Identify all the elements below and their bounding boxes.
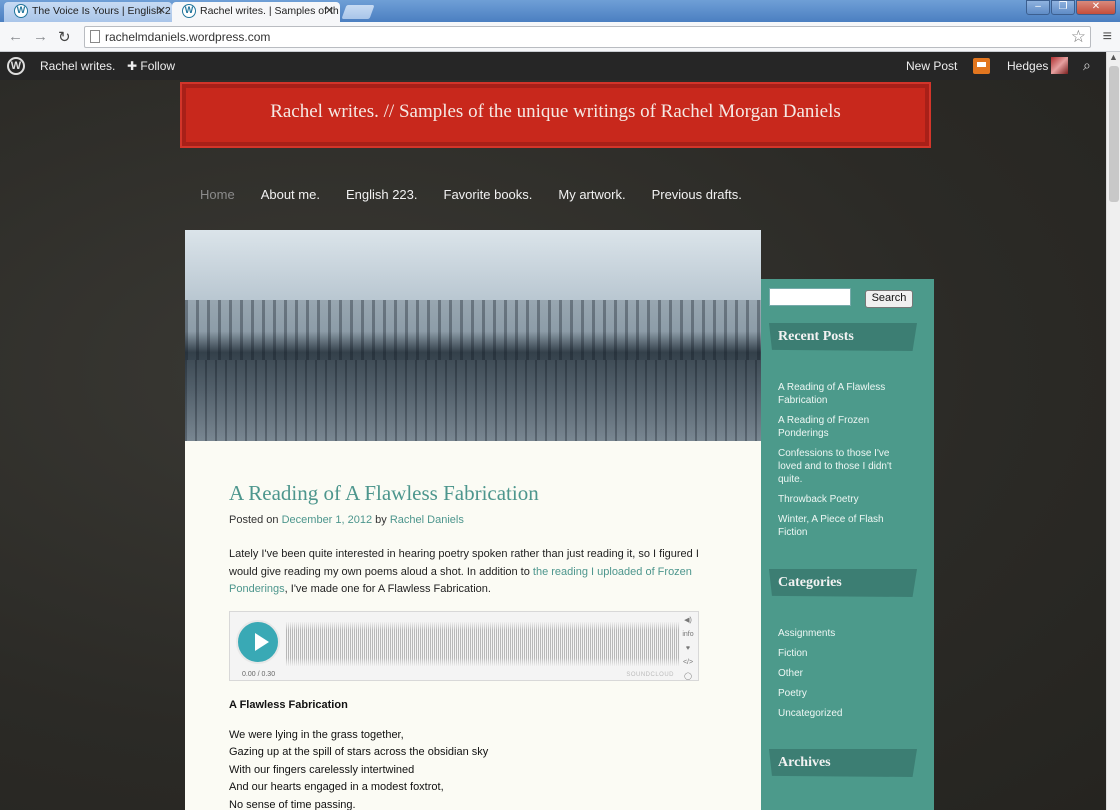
poem: A Flawless Fabrication We were lying in … bbox=[229, 699, 699, 810]
comment-icon[interactable]: ◯ bbox=[680, 670, 696, 684]
bookmark-star-icon[interactable]: ☆ bbox=[1071, 27, 1086, 47]
recent-post-link[interactable]: A Reading of Frozen Ponderings bbox=[778, 414, 908, 440]
browser-toolbar: ← → ↻ rachelmdaniels.wordpress.com ☆ ≡ bbox=[0, 22, 1120, 52]
poem-line: No sense of time passing. bbox=[229, 798, 356, 810]
page-background: Rachel writes. // Samples of the unique … bbox=[0, 80, 1106, 810]
nav-item-english-223[interactable]: English 223. bbox=[346, 187, 418, 202]
intro-text-end: , I've made one for A Flawless Fabricati… bbox=[284, 583, 491, 595]
browser-tab[interactable]: W The Voice Is Yours | English 2 ✕ bbox=[4, 2, 172, 22]
like-icon[interactable]: ♥ bbox=[680, 642, 696, 656]
notifications-icon[interactable] bbox=[973, 58, 990, 74]
nav-item-favorite-books[interactable]: Favorite books. bbox=[444, 187, 533, 202]
wordpress-icon: W bbox=[14, 4, 28, 18]
waveform[interactable] bbox=[286, 616, 680, 672]
category-link[interactable]: Poetry bbox=[778, 687, 908, 700]
recent-post-link[interactable]: A Reading of A Flawless Fabrication bbox=[778, 381, 908, 407]
header-image bbox=[185, 230, 761, 441]
nav-item-previous-drafts[interactable]: Previous drafts. bbox=[652, 187, 742, 202]
scroll-up-icon[interactable]: ▲ bbox=[1109, 52, 1118, 62]
menu-icon[interactable]: ≡ bbox=[1103, 28, 1112, 46]
main-navigation: Home About me. English 223. Favorite boo… bbox=[200, 187, 742, 202]
recent-posts-list: A Reading of A Flawless Fabrication A Re… bbox=[778, 381, 908, 546]
close-window-button[interactable]: ✕ bbox=[1076, 0, 1116, 15]
plus-icon: ✚ bbox=[127, 59, 141, 73]
poem-title: A Flawless Fabrication bbox=[229, 699, 348, 711]
wordpress-logo-icon[interactable]: W bbox=[7, 57, 25, 75]
search-input[interactable] bbox=[769, 288, 851, 306]
category-link[interactable]: Assignments bbox=[778, 627, 908, 640]
back-arrow-icon[interactable]: ← bbox=[8, 28, 23, 45]
search-button[interactable]: Search bbox=[865, 290, 913, 308]
scrollbar-thumb[interactable] bbox=[1109, 66, 1119, 202]
post-date-link[interactable]: December 1, 2012 bbox=[282, 514, 373, 526]
lake-reflection bbox=[185, 360, 761, 441]
volume-icon[interactable]: ◀) bbox=[680, 614, 696, 628]
close-tab-icon[interactable]: ✕ bbox=[325, 2, 334, 20]
category-link[interactable]: Other bbox=[778, 667, 908, 680]
categories-title: Categories bbox=[769, 569, 917, 597]
recent-posts-title: Recent Posts bbox=[769, 323, 917, 351]
new-tab-button[interactable] bbox=[341, 5, 375, 19]
avatar[interactable] bbox=[1051, 57, 1068, 74]
search-icon[interactable]: ⌕ bbox=[1083, 57, 1091, 74]
meta-prefix: Posted on bbox=[229, 514, 279, 526]
meta-by: by bbox=[375, 514, 387, 526]
browser-tab-active[interactable]: W Rachel writes. | Samples of th ✕ bbox=[172, 2, 340, 22]
nav-item-home[interactable]: Home bbox=[200, 187, 235, 202]
poem-line: We were lying in the grass together, bbox=[229, 729, 404, 741]
close-tab-icon[interactable]: ✕ bbox=[157, 2, 166, 20]
follow-button[interactable]: ✚ Follow bbox=[127, 59, 175, 73]
author-link[interactable]: Rachel Daniels bbox=[390, 514, 464, 526]
recent-post-link[interactable]: Winter, A Piece of Flash Fiction bbox=[778, 513, 908, 539]
category-link[interactable]: Fiction bbox=[778, 647, 908, 660]
minimize-button[interactable]: – bbox=[1026, 0, 1050, 15]
site-header-banner[interactable]: Rachel writes. // Samples of the unique … bbox=[182, 84, 929, 146]
player-side-controls: ◀) info ♥ </> ◯ bbox=[680, 614, 696, 684]
post-entry: A Reading of A Flawless Fabrication Post… bbox=[229, 481, 699, 599]
url-text: rachelmdaniels.wordpress.com bbox=[105, 30, 271, 44]
site-name-link[interactable]: Rachel writes. bbox=[40, 59, 115, 73]
user-menu-link[interactable]: Hedges bbox=[1007, 59, 1048, 73]
window-controls: – ❐ ✕ bbox=[1026, 0, 1116, 16]
page-icon bbox=[90, 30, 100, 43]
admin-bar: W Rachel writes. ✚ Follow New Post Hedge… bbox=[0, 52, 1106, 80]
sidebar: Search Recent Posts A Reading of A Flawl… bbox=[761, 279, 934, 810]
soundcloud-player: 0.00 / 0.30 ◀) info ♥ </> ◯ SOUNDCLOUD bbox=[229, 611, 699, 681]
tab-title: The Voice Is Yours | English 2 bbox=[32, 5, 171, 17]
site-title: Rachel writes. // Samples of the unique … bbox=[270, 101, 841, 122]
address-bar[interactable]: rachelmdaniels.wordpress.com ☆ bbox=[84, 26, 1091, 48]
scrollbar[interactable]: ▲ bbox=[1106, 52, 1120, 810]
browser-tab-bar: W The Voice Is Yours | English 2 ✕ W Rac… bbox=[0, 0, 1120, 22]
poem-line: With our fingers carelessly intertwined bbox=[229, 763, 415, 776]
poem-line: And our hearts engaged in a modest foxtr… bbox=[229, 781, 444, 794]
recent-post-link[interactable]: Confessions to those I've loved and to t… bbox=[778, 447, 908, 486]
post-title[interactable]: A Reading of A Flawless Fabrication bbox=[229, 481, 699, 506]
poem-line: Gazing up at the spill of stars across t… bbox=[229, 746, 489, 759]
playback-time: 0.00 / 0.30 bbox=[242, 671, 276, 678]
embed-icon[interactable]: </> bbox=[680, 656, 696, 670]
restore-button[interactable]: ❐ bbox=[1051, 0, 1075, 15]
recent-post-link[interactable]: Throwback Poetry bbox=[778, 493, 908, 506]
new-post-link[interactable]: New Post bbox=[906, 59, 957, 73]
wordpress-icon: W bbox=[182, 4, 196, 18]
forward-arrow-icon[interactable]: → bbox=[33, 28, 48, 45]
follow-label: Follow bbox=[140, 59, 176, 73]
info-button[interactable]: info bbox=[680, 628, 696, 642]
tab-title: Rachel writes. | Samples of th bbox=[200, 5, 339, 17]
nav-item-about[interactable]: About me. bbox=[261, 187, 320, 202]
category-link[interactable]: Uncategorized bbox=[778, 707, 908, 720]
post-intro: Lately I've been quite interested in hea… bbox=[229, 546, 699, 599]
archives-title: Archives bbox=[769, 749, 917, 777]
play-button[interactable] bbox=[236, 620, 280, 664]
categories-list: Assignments Fiction Other Poetry Uncateg… bbox=[778, 627, 908, 727]
nav-item-artwork[interactable]: My artwork. bbox=[558, 187, 625, 202]
misty-trees bbox=[185, 300, 761, 360]
soundcloud-brand[interactable]: SOUNDCLOUD bbox=[626, 672, 674, 678]
reload-icon[interactable]: ↻ bbox=[58, 28, 71, 46]
post-meta: Posted on December 1, 2012 by Rachel Dan… bbox=[229, 514, 699, 526]
